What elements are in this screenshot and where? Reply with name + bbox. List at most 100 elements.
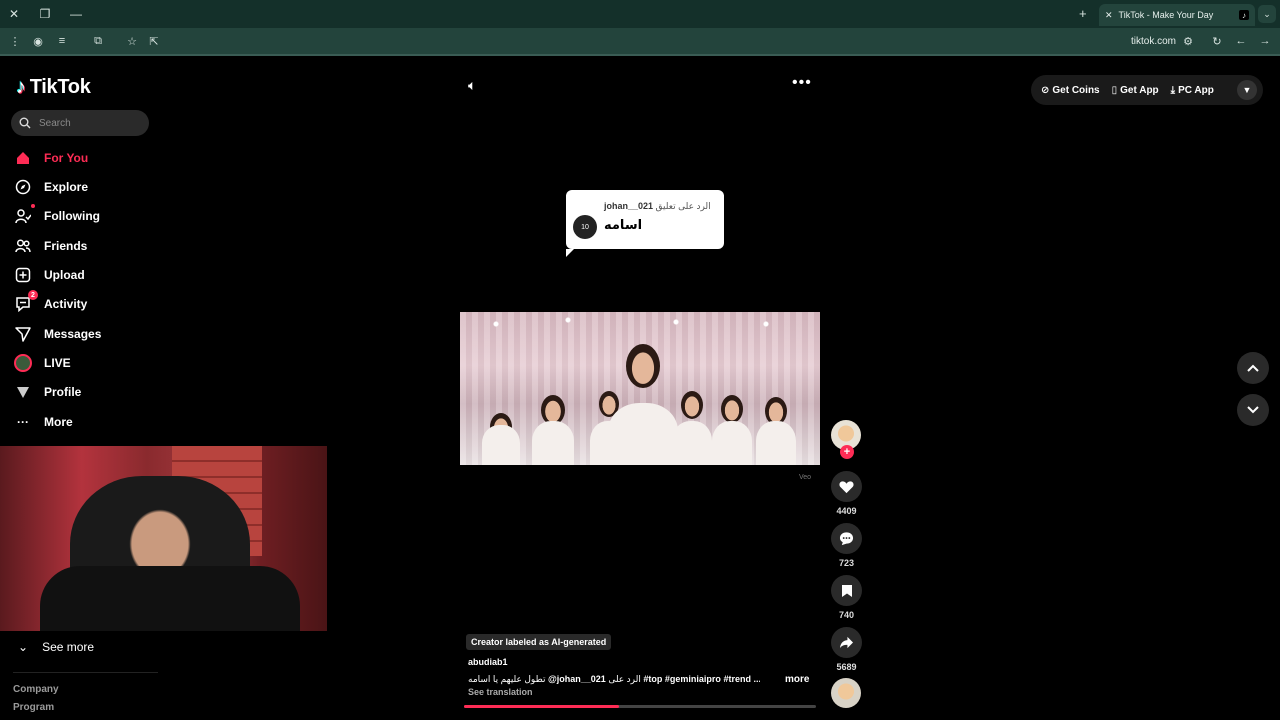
messages-icon	[14, 325, 32, 343]
minimize-window-icon[interactable]: —	[68, 6, 84, 22]
browser-toolbar: ⋮ ◉ ≡ ⧉ ☆ ⇱ tiktok.com ⚙ ↻ ← →	[0, 28, 1280, 56]
sidebar-item-explore[interactable]: Explore	[14, 176, 88, 198]
share-icon[interactable]: ⇱	[147, 34, 161, 48]
tiktok-logo[interactable]: ♪ TikTok	[16, 76, 91, 99]
ai-generated-label: Creator labeled as AI-generated	[466, 634, 612, 650]
more-options-icon[interactable]: •••	[792, 74, 812, 92]
sidebar-item-friends[interactable]: Friends	[14, 235, 87, 257]
hashtag[interactable]: #trend	[723, 674, 751, 684]
address-bar[interactable]: tiktok.com	[1131, 36, 1176, 47]
commenter-avatar: 10	[573, 215, 597, 239]
video-watermark: Veo	[799, 474, 812, 481]
music-disc-avatar[interactable]	[831, 678, 861, 708]
sidebar-item-live[interactable]: LIVE	[14, 352, 71, 374]
menu-icon[interactable]: ⋮	[8, 34, 22, 48]
chevron-down-icon	[1247, 406, 1259, 414]
tiktok-icon: ♪	[1239, 10, 1249, 20]
sidebar-item-label: LIVE	[44, 356, 71, 370]
media-icon[interactable]: ≡	[55, 34, 69, 48]
restore-window-icon[interactable]: ❐	[37, 6, 53, 22]
tab-search-icon[interactable]: ⌄	[1258, 5, 1276, 23]
comment-icon	[839, 532, 854, 546]
next-video-button[interactable]	[1237, 394, 1269, 426]
close-window-icon[interactable]: ✕	[6, 6, 22, 22]
divider	[13, 672, 158, 673]
hashtag[interactable]: #geminiaipro	[665, 674, 721, 684]
download-icon: ⤓	[1170, 84, 1176, 96]
chevron-down-icon: ⌄	[18, 640, 29, 654]
video-progress-bar[interactable]	[464, 705, 816, 708]
sidebar-item-following[interactable]: Following	[14, 204, 100, 227]
search-placeholder: Search	[39, 117, 71, 129]
reply-prefix: الرد على تعليق	[655, 201, 711, 211]
caption-ellipsis: ...	[753, 674, 760, 684]
tiktok-note-icon: ♪	[16, 76, 26, 98]
forward-icon[interactable]: ←	[1234, 34, 1248, 48]
site-settings-icon[interactable]: ⚙	[1181, 34, 1195, 48]
reload-icon[interactable]: ↻	[1210, 34, 1224, 48]
like-count: 4409	[836, 506, 857, 516]
top-actions: ⊘ Get Coins ▯ Get App ⤓ PC App ▼	[1031, 75, 1263, 105]
home-icon	[14, 149, 32, 167]
volume-icon[interactable]: 🔈︎	[468, 77, 476, 94]
comment-button[interactable]	[831, 523, 862, 554]
footer-link-company[interactable]: Company	[13, 684, 59, 695]
caption-mention[interactable]: @johan__021	[548, 674, 606, 684]
close-tab-icon[interactable]: ✕	[1105, 10, 1113, 21]
bookmark-star-icon[interactable]: ☆	[125, 34, 139, 48]
sidebar-item-messages[interactable]: Messages	[14, 323, 101, 345]
previous-video-button[interactable]	[1237, 352, 1269, 384]
sidebar-item-label: Messages	[44, 327, 102, 341]
save-count: 740	[838, 610, 855, 620]
sidebar-item-more[interactable]: ··· More	[14, 411, 73, 433]
phone-icon: ▯	[1111, 84, 1118, 96]
caption-more-button[interactable]: more	[785, 674, 809, 685]
search-icon	[19, 117, 31, 129]
sidebar-item-profile[interactable]: Profile	[14, 381, 81, 403]
creator-username[interactable]: abudiab1	[468, 657, 508, 667]
activity-icon: 2	[14, 290, 38, 313]
more-icon: ···	[17, 415, 29, 429]
hashtag[interactable]: #top	[643, 674, 662, 684]
sidebar-item-for-you[interactable]: For You	[14, 147, 88, 169]
live-avatar	[14, 354, 32, 372]
profile-icon[interactable]: ◉	[31, 34, 45, 48]
bookmark-icon	[841, 584, 852, 597]
like-button[interactable]	[831, 471, 862, 502]
sidebar-item-upload[interactable]: Upload	[14, 264, 85, 286]
browser-tab-bar: ✕ ❐ — + ✕ TikTok - Make Your Day ♪ ⌄	[0, 0, 1280, 28]
friends-icon	[14, 237, 32, 255]
extensions-icon[interactable]: ⧉	[91, 34, 105, 48]
compass-icon	[14, 178, 32, 196]
share-arrow-icon	[840, 636, 853, 649]
back-icon[interactable]: →	[1258, 34, 1272, 48]
new-tab-icon[interactable]: +	[1079, 6, 1087, 21]
follow-plus-icon[interactable]: +	[840, 445, 854, 459]
logo-text: TikTok	[29, 76, 91, 98]
footer-link-program[interactable]: Program	[13, 702, 54, 713]
get-coins-label: Get Coins	[1052, 84, 1100, 96]
profile-avatar[interactable]: ▼	[1237, 80, 1257, 100]
activity-badge: 2	[28, 290, 38, 300]
search-input[interactable]: Search	[11, 110, 149, 136]
see-translation-link[interactable]: See translation	[468, 687, 533, 697]
caption-prefix: الرد على	[608, 674, 641, 684]
reply-comment-sticker[interactable]: 10 الرد على تعليق johan__021 اسامه	[566, 190, 724, 257]
notification-dot	[31, 204, 35, 208]
sidebar-item-label: Profile	[44, 385, 82, 399]
get-app-button[interactable]: ▯ Get App	[1112, 85, 1159, 96]
following-icon	[14, 204, 35, 225]
browser-tab[interactable]: ✕ TikTok - Make Your Day ♪	[1099, 4, 1255, 26]
profile-icon	[14, 383, 32, 401]
save-button[interactable]	[831, 575, 862, 606]
sidebar-item-label: Explore	[44, 180, 89, 194]
webcam-overlay	[0, 446, 327, 631]
pc-app-label: PC App	[1178, 84, 1214, 96]
video-player[interactable]	[460, 312, 820, 465]
sidebar-item-activity[interactable]: 2 Activity	[14, 290, 87, 315]
see-more-button[interactable]: ⌄ See more	[18, 640, 94, 654]
share-button[interactable]	[831, 627, 862, 658]
pc-app-button[interactable]: ⤓ PC App	[1171, 85, 1214, 96]
get-coins-button[interactable]: ⊘ Get Coins	[1041, 85, 1100, 96]
tab-title: TikTok - Make Your Day	[1118, 10, 1214, 20]
